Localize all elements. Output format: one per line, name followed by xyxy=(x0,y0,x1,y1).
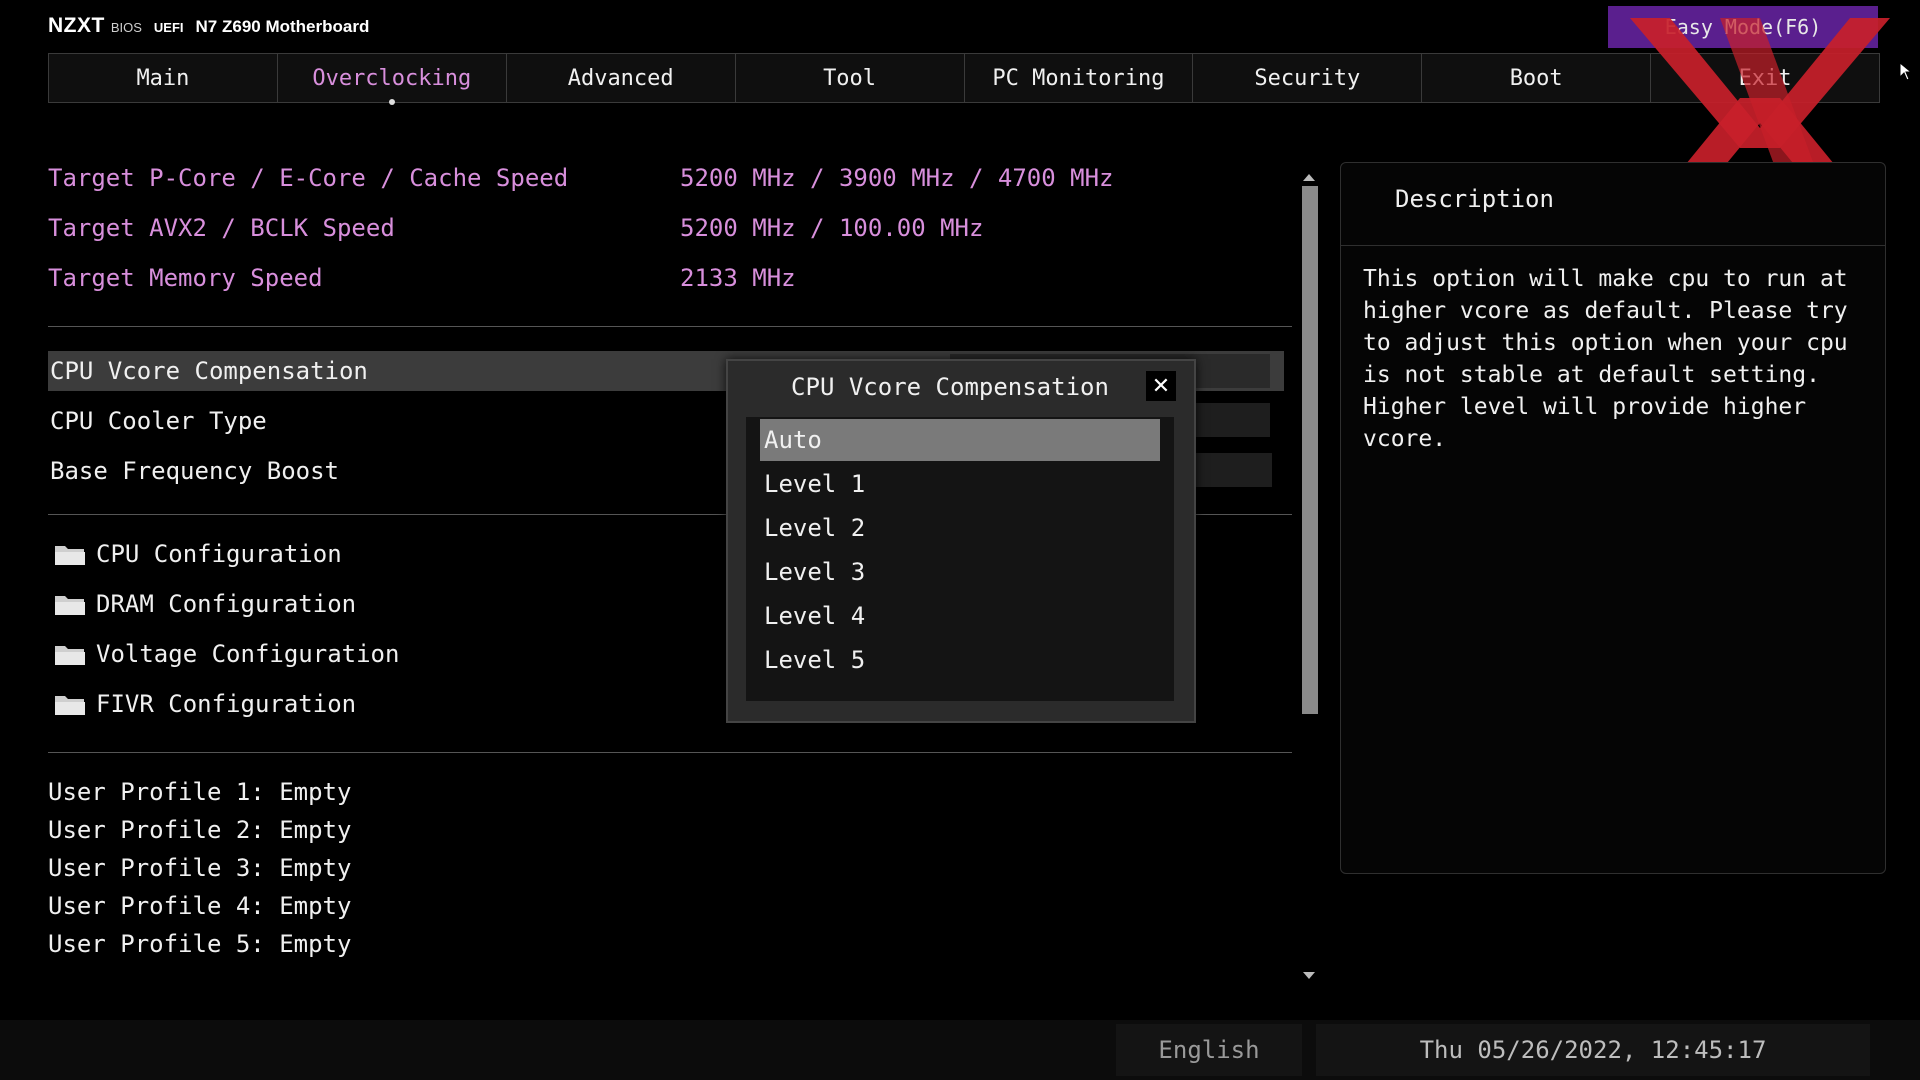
submenu-dram-configuration[interactable]: DRAM Configuration xyxy=(54,584,356,624)
description-title: Description xyxy=(1395,185,1554,213)
option-level-3[interactable]: Level 3 xyxy=(760,551,1160,593)
option-level-2[interactable]: Level 2 xyxy=(760,507,1160,549)
info-label: Target AVX2 / BCLK Speed xyxy=(48,214,395,242)
submenu-voltage-configuration[interactable]: Voltage Configuration xyxy=(54,634,399,674)
language-selector[interactable]: English xyxy=(1116,1024,1302,1076)
user-profile-2[interactable]: User Profile 2: Empty xyxy=(48,812,351,848)
mouse-cursor-icon xyxy=(1900,63,1912,81)
target-memory-speed-row: Target Memory Speed 2133 MHz xyxy=(48,258,796,298)
description-header: Description xyxy=(1341,163,1885,246)
bios-label: BIOS xyxy=(110,20,142,35)
user-profile-5[interactable]: User Profile 5: Empty xyxy=(48,926,351,962)
scrollbar-thumb[interactable] xyxy=(1302,186,1318,714)
main-tabs: Main Overclocking Advanced Tool PC Monit… xyxy=(48,53,1880,103)
info-label: Target P-Core / E-Core / Cache Speed xyxy=(48,164,569,192)
scroll-down-arrow-icon[interactable] xyxy=(1303,972,1315,979)
description-panel: Description This option will make cpu to… xyxy=(1340,162,1886,874)
tab-security[interactable]: Security xyxy=(1192,53,1422,103)
user-profile-3[interactable]: User Profile 3: Empty xyxy=(48,850,351,886)
description-text: This option will make cpu to run at high… xyxy=(1363,266,1848,452)
submenu-label: DRAM Configuration xyxy=(96,590,357,618)
folder-icon xyxy=(55,646,85,665)
option-level-5[interactable]: Level 5 xyxy=(760,639,1160,681)
tab-tool[interactable]: Tool xyxy=(734,53,964,103)
dialog-title: CPU Vcore Compensation xyxy=(791,373,1109,401)
folder-icon xyxy=(55,696,85,715)
target-avx2-bclk-row: Target AVX2 / BCLK Speed 5200 MHz / 100.… xyxy=(48,208,983,248)
option-auto[interactable]: Auto xyxy=(760,419,1160,461)
motherboard-model: N7 Z690 Motherboard xyxy=(195,17,370,36)
tab-overclocking[interactable]: Overclocking xyxy=(276,53,506,103)
setting-label: CPU Cooler Type xyxy=(50,407,267,435)
date-time[interactable]: Thu 05/26/2022, 12:45:17 xyxy=(1316,1024,1870,1076)
setting-label: CPU Vcore Compensation xyxy=(50,357,368,385)
user-profile-4[interactable]: User Profile 4: Empty xyxy=(48,888,351,924)
uefi-label: UEFI xyxy=(153,20,184,35)
nzxt-logo: NZXT xyxy=(48,14,105,37)
folder-icon xyxy=(55,596,85,615)
tab-main[interactable]: Main xyxy=(48,53,277,103)
target-core-speed-row: Target P-Core / E-Core / Cache Speed 520… xyxy=(48,158,1113,198)
submenu-cpu-configuration[interactable]: CPU Configuration xyxy=(54,534,342,574)
submenu-label: CPU Configuration xyxy=(96,540,342,568)
tab-pc-monitoring[interactable]: PC Monitoring xyxy=(963,53,1193,103)
submenu-label: FIVR Configuration xyxy=(96,690,357,718)
user-profile-1[interactable]: User Profile 1: Empty xyxy=(48,774,351,810)
tab-advanced[interactable]: Advanced xyxy=(505,53,735,103)
divider xyxy=(48,752,1292,753)
tab-boot[interactable]: Boot xyxy=(1421,53,1651,103)
option-level-1[interactable]: Level 1 xyxy=(760,463,1160,505)
scroll-up-arrow-icon[interactable] xyxy=(1303,174,1315,181)
vcore-compensation-dialog: CPU Vcore Compensation ✕ Auto Level 1 Le… xyxy=(726,359,1196,723)
submenu-label: Voltage Configuration xyxy=(96,640,400,668)
setting-label: Base Frequency Boost xyxy=(50,457,339,485)
submenu-fivr-configuration[interactable]: FIVR Configuration xyxy=(54,684,356,724)
divider xyxy=(48,326,1292,327)
brand: NZXT BIOS UEFI N7 Z690 Motherboard xyxy=(48,14,369,44)
option-level-4[interactable]: Level 4 xyxy=(760,595,1160,637)
info-label: Target Memory Speed xyxy=(48,264,323,292)
option-list: Auto Level 1 Level 2 Level 3 Level 4 Lev… xyxy=(746,417,1174,701)
info-value: 5200 MHz / 3900 MHz / 4700 MHz xyxy=(680,164,1114,192)
info-value: 5200 MHz / 100.00 MHz xyxy=(680,214,984,242)
info-value: 2133 MHz xyxy=(680,264,796,292)
close-icon[interactable]: ✕ xyxy=(1146,371,1176,401)
folder-icon xyxy=(55,546,85,565)
